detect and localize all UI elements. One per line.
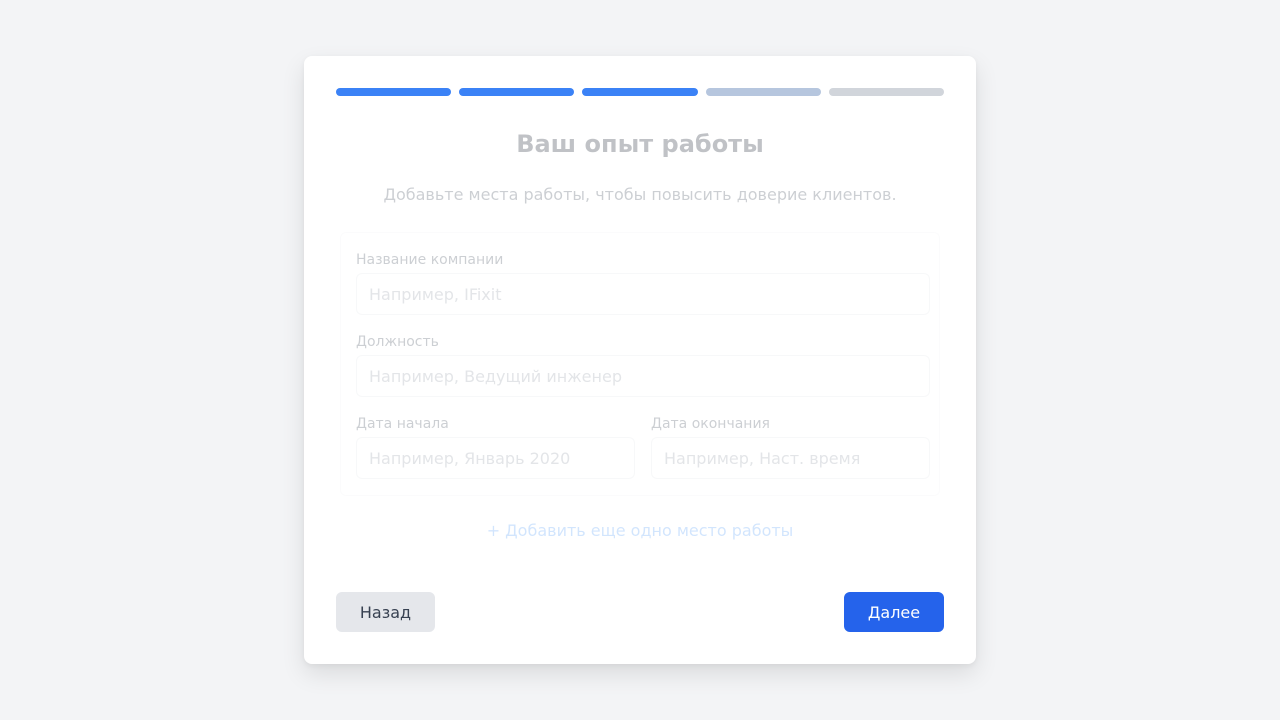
page-subtitle: Добавьте места работы, чтобы повысить до… — [383, 185, 897, 204]
start-date-label: Дата начала — [356, 416, 449, 432]
position-input[interactable] — [356, 355, 930, 397]
work-experience-entry: Название компании Должность Дата начала … — [340, 232, 940, 496]
next-button[interactable]: Далее — [844, 592, 944, 632]
back-button[interactable]: Назад — [336, 592, 435, 632]
company-input[interactable] — [356, 273, 930, 315]
progress-step-2 — [459, 88, 575, 96]
company-label: Название компании — [356, 252, 504, 268]
progress-step-5 — [828, 88, 945, 96]
start-date-input[interactable] — [356, 437, 635, 479]
progress-step-1 — [336, 88, 452, 96]
onboarding-card: Ваш опыт работы Добавьте места работы, ч… — [304, 56, 976, 664]
end-date-label: Дата окончания — [651, 416, 770, 432]
end-date-input[interactable] — [651, 437, 930, 479]
step-progress-bar — [336, 88, 945, 96]
progress-step-3 — [582, 88, 698, 96]
progress-step-4 — [705, 88, 821, 96]
add-workplace-link[interactable]: + Добавить еще одно место работы — [304, 520, 976, 542]
position-label: Должность — [356, 334, 439, 350]
page-title: Ваш опыт работы — [516, 130, 764, 158]
